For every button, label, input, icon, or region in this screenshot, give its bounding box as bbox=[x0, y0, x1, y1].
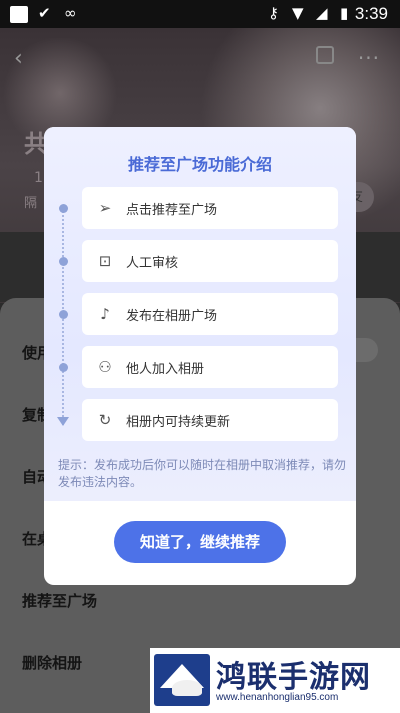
album-subtitle: 隔 bbox=[24, 196, 38, 211]
sheet-item-recommend[interactable]: 推荐至广场 bbox=[22, 590, 97, 611]
step-item: ⊡ 人工审核 bbox=[82, 240, 338, 282]
sheet-item-delete[interactable]: 删除相册 bbox=[22, 652, 82, 673]
notification-icon bbox=[10, 6, 28, 23]
status-time: 3:39 bbox=[354, 4, 388, 23]
users-icon: ⚇ bbox=[98, 358, 112, 376]
shield-check-icon: ✔ bbox=[38, 4, 51, 22]
paper-plane-icon: ➢ bbox=[98, 199, 112, 217]
step-label: 发布在相册广场 bbox=[126, 309, 218, 324]
step-item: ⚇ 他人加入相册 bbox=[82, 346, 338, 388]
step-label: 相册内可持续更新 bbox=[126, 415, 231, 430]
recommend-intro-dialog: 推荐至广场功能介绍 ➢ 点击推荐至广场 ⊡ 人工审核 ♪ 发布在相册广场 ⚇ 他… bbox=[44, 127, 356, 585]
step-item: ↻ 相册内可持续更新 bbox=[82, 399, 338, 441]
share-icon[interactable] bbox=[316, 46, 334, 64]
more-icon[interactable]: ··· bbox=[358, 46, 380, 70]
step-label: 人工审核 bbox=[126, 256, 179, 271]
watermark-url: www.henanhonglian95.com bbox=[216, 692, 339, 703]
key-icon: ⚷ bbox=[268, 4, 279, 22]
status-bar: ✔ ∞ ⚷ ▼ ◢ ▮ 3:39 bbox=[0, 0, 400, 28]
timeline-dot bbox=[59, 204, 68, 213]
timeline-dot bbox=[59, 257, 68, 266]
timeline-dot bbox=[59, 310, 68, 319]
watermark: 鸿联手游网 www.henanhonglian95.com bbox=[150, 648, 400, 713]
dialog-title: 推荐至广场功能介绍 bbox=[127, 155, 272, 174]
step-item: ♪ 发布在相册广场 bbox=[82, 293, 338, 335]
battery-icon: ▮ bbox=[340, 4, 349, 22]
watermark-text: 鸿联手游网 bbox=[216, 660, 371, 695]
step-item: ➢ 点击推荐至广场 bbox=[82, 187, 338, 229]
music-note-icon: ♪ bbox=[100, 305, 110, 323]
wifi-icon: ▼ bbox=[292, 4, 304, 22]
signal-icon: ◢ bbox=[316, 4, 328, 22]
step-label: 他人加入相册 bbox=[126, 362, 205, 377]
watermark-logo bbox=[154, 654, 210, 706]
timeline-arrow-icon bbox=[57, 417, 69, 426]
album-count: 1 bbox=[34, 170, 43, 186]
app-notification-icon: ∞ bbox=[64, 4, 77, 22]
dialog-tip: 提示：发布成功后你可以随时在相册中取消推荐，请勿发布违法内容。 bbox=[58, 458, 347, 489]
back-arrow-icon[interactable]: ‹ bbox=[14, 46, 23, 71]
review-icon: ⊡ bbox=[98, 252, 112, 270]
timeline-dot bbox=[59, 363, 68, 372]
refresh-icon: ↻ bbox=[98, 411, 112, 429]
confirm-recommend-button[interactable]: 知道了，继续推荐 bbox=[114, 521, 286, 563]
step-label: 点击推荐至广场 bbox=[126, 203, 218, 218]
